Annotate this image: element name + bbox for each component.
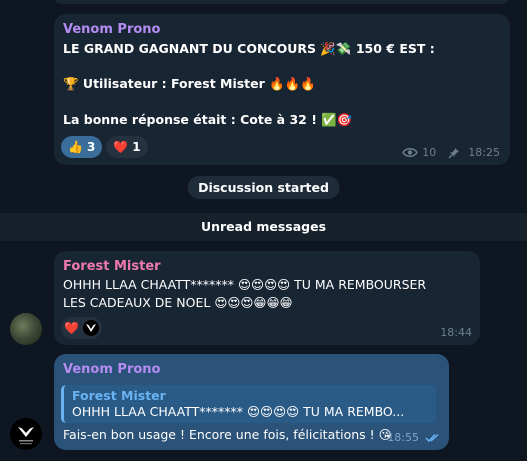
reactions: 👍 3 ❤️ 1: [61, 136, 152, 158]
message-line: 🏆 Utilisateur : Forest Mister 🔥🔥🔥: [63, 76, 316, 91]
message-time: 18:55: [387, 431, 419, 444]
message-line: LE GRAND GAGNANT DU CONCOURS 🎉💸 150 € ES…: [63, 41, 435, 56]
reaction-heart[interactable]: ❤️: [61, 317, 102, 339]
message-forest-mister[interactable]: Forest Mister OHHH LLAA CHAATT******* 😍😍…: [54, 251, 480, 345]
message-text: Fais-en bon usage ! Encore une fois, fél…: [63, 427, 392, 442]
reply-text: OHHH LLAA CHAATT******* 😍😍😍😍 TU MA REMBO…: [72, 404, 405, 419]
reaction-emoji: 👍: [68, 140, 83, 154]
double-check-icon: [425, 433, 440, 443]
message-meta: 18:55: [387, 431, 440, 444]
pin-icon: [448, 147, 460, 159]
message-venom-contest[interactable]: Venom Prono LE GRAND GAGNANT DU CONCOURS…: [54, 14, 510, 165]
sender-name[interactable]: Forest Mister: [63, 259, 161, 274]
reaction-thumbs-up[interactable]: 👍 3: [61, 136, 103, 158]
message-venom-reply[interactable]: Venom Prono Forest Mister OHHH LLAA CHAA…: [54, 354, 449, 450]
reply-sender: Forest Mister: [72, 388, 166, 403]
message-time: 18:25: [468, 146, 500, 159]
view-count: 10: [422, 146, 437, 159]
message-meta: 10 18:25: [402, 146, 500, 159]
venom-prono-avatar[interactable]: [10, 418, 42, 450]
message-line: La bonne réponse était : Cote à 32 ! ✅🎯: [63, 112, 353, 127]
forest-mister-avatar[interactable]: [10, 313, 42, 345]
reaction-emoji: ❤️: [64, 321, 79, 335]
unread-messages-divider: Unread messages: [0, 213, 527, 241]
reply-quote[interactable]: Forest Mister OHHH LLAA CHAATT******* 😍😍…: [61, 385, 436, 423]
message-line: LES CADEAUX DE NOEL 😍😍😍😁😁😁: [63, 295, 293, 310]
sender-name[interactable]: Venom Prono: [63, 362, 160, 377]
message-line: OHHH LLAA CHAATT******* 😍😍😍😍 TU MA REMBO…: [63, 277, 427, 292]
venom-avatar-logo: [18, 427, 34, 445]
previous-message-bubble[interactable]: [54, 0, 509, 4]
message-time: 18:44: [440, 326, 472, 339]
eye-icon: [402, 147, 419, 158]
reactor-avatar: [82, 320, 99, 336]
reaction-count: 3: [86, 140, 96, 154]
discussion-started-label: Discussion started: [187, 176, 340, 199]
sender-name[interactable]: Venom Prono: [63, 22, 160, 37]
reaction-count: 1: [132, 140, 141, 154]
reaction-emoji: ❤️: [113, 140, 129, 154]
reaction-heart[interactable]: ❤️ 1: [106, 136, 148, 158]
